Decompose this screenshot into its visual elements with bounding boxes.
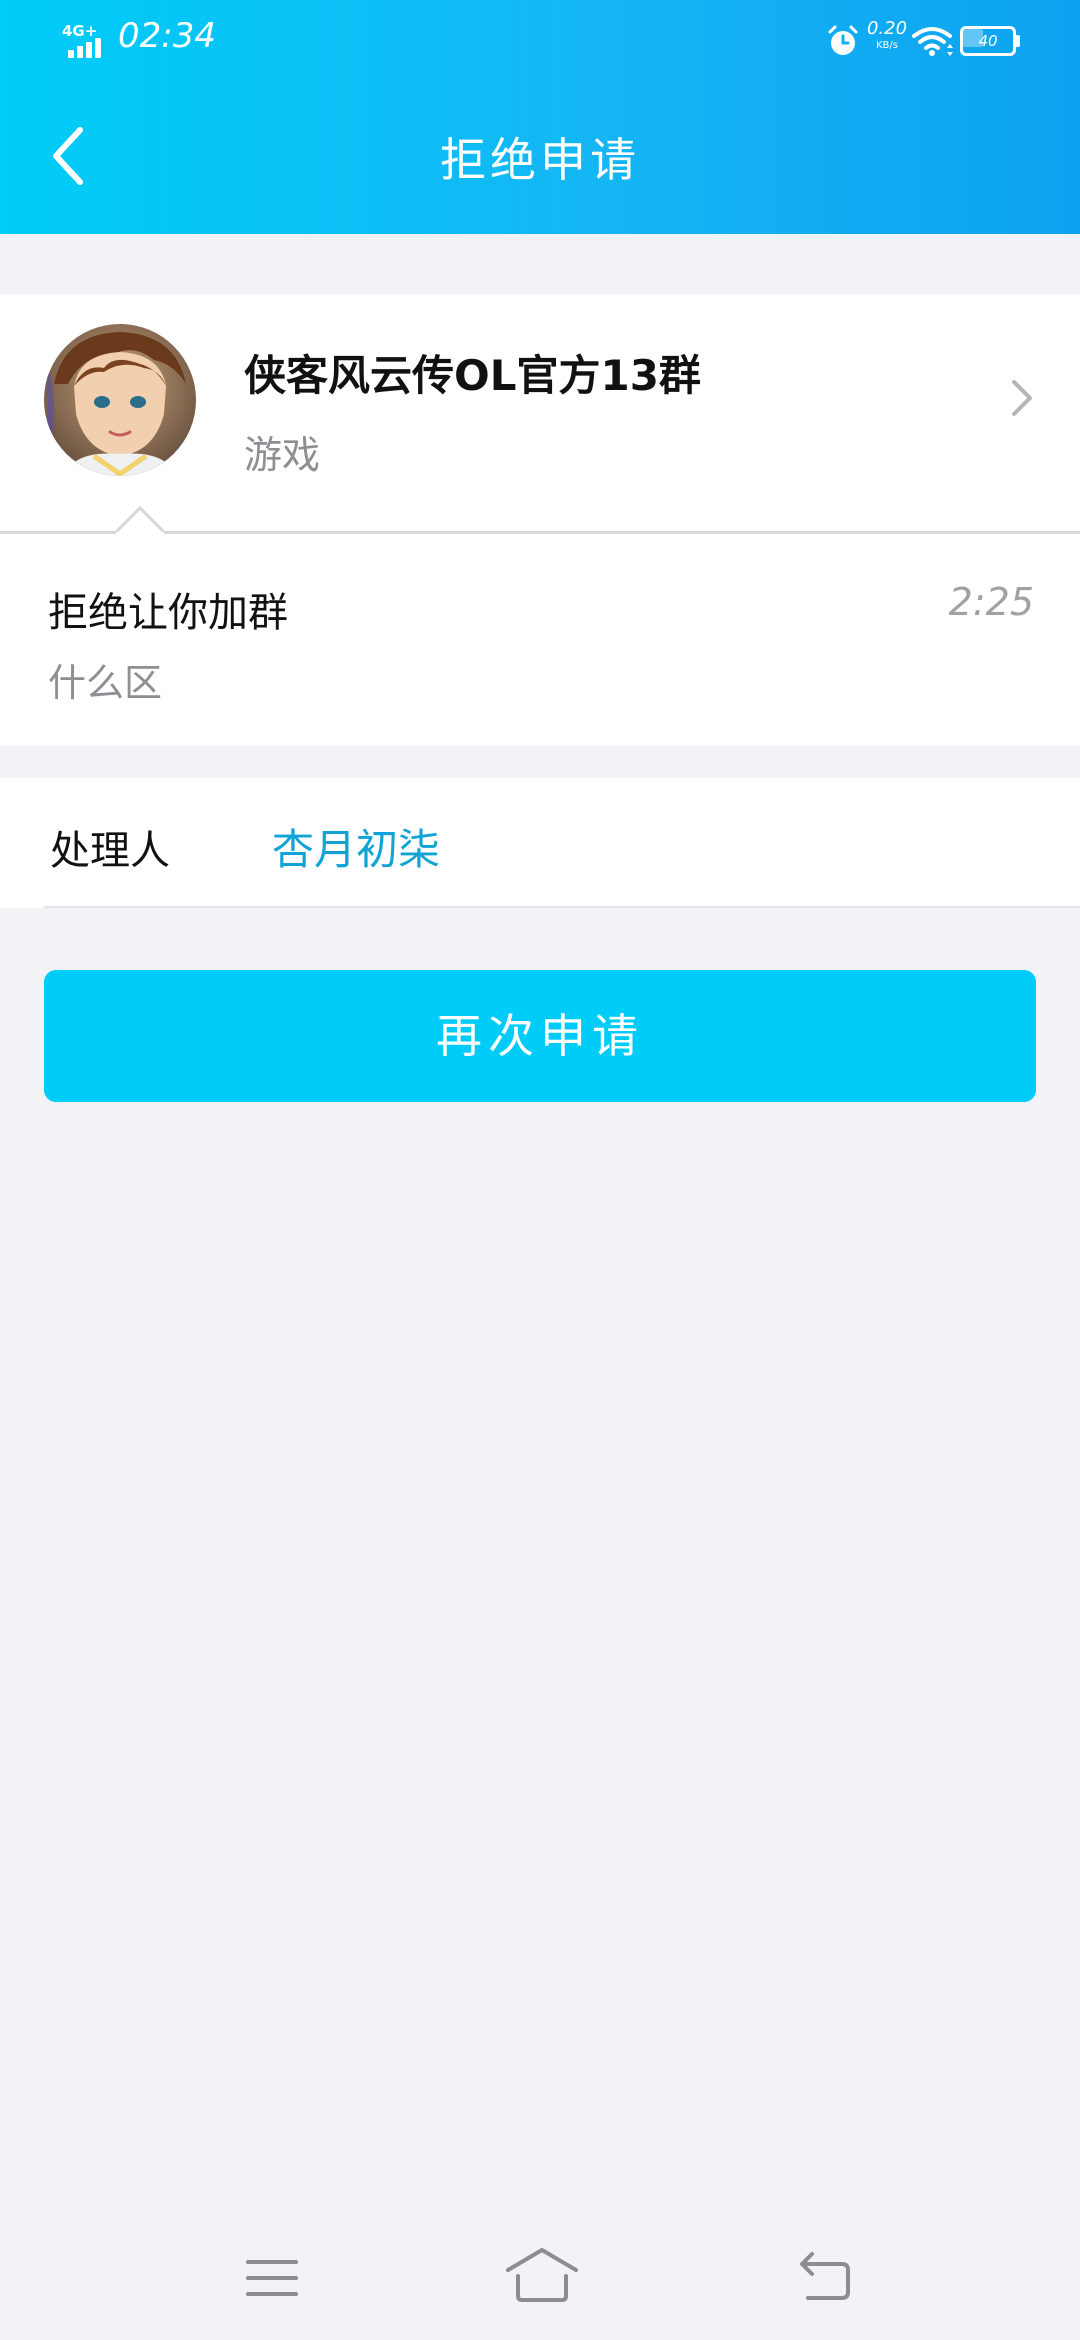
battery-level: 40 [978, 32, 998, 50]
net-speed-value: 0.20 [866, 18, 908, 39]
handler-row: 处理人 杏月初柒 [0, 778, 1080, 908]
page-title: 拒绝申请 [440, 133, 640, 187]
divider [44, 906, 1080, 908]
message-time: 2:25 [948, 580, 1034, 624]
navigation-bar [0, 2220, 1080, 2340]
rejection-title: 拒绝让你加群 [48, 590, 288, 636]
group-card[interactable]: 侠客风云传OL官方13群 游戏 [0, 294, 1080, 532]
signal-icon: 4G+ [62, 22, 110, 58]
handler-name-link[interactable]: 杏月初柒 [272, 816, 440, 877]
handler-label: 处理人 [50, 828, 170, 874]
chevron-right-icon [1012, 380, 1032, 416]
reapply-button[interactable]: 再次申请 [44, 970, 1036, 1102]
group-name: 侠客风云传OL官方13群 [244, 351, 701, 400]
net-speed-unit: KB/s [876, 40, 898, 51]
title-bar: 4G+ 02:34 0.20 KB/s 40 拒绝申请 [0, 0, 1080, 234]
menu-icon[interactable] [244, 2250, 300, 2306]
group-category: 游戏 [244, 433, 321, 477]
status-bar: 4G+ 02:34 0.20 KB/s 40 [0, 0, 1080, 80]
back-icon[interactable] [796, 2248, 854, 2304]
battery-icon: 40 [960, 26, 1020, 58]
group-avatar [44, 324, 196, 476]
message-card: 拒绝让你加群 2:25 什么区 [0, 534, 1080, 746]
pointer-notch [116, 505, 164, 536]
home-icon[interactable] [504, 2246, 580, 2306]
request-message: 什么区 [48, 661, 163, 705]
clock: 02:34 [118, 16, 216, 56]
net-speed: 0.20 KB/s [862, 20, 912, 51]
alarm-icon [828, 25, 858, 55]
wifi-icon [912, 27, 953, 56]
